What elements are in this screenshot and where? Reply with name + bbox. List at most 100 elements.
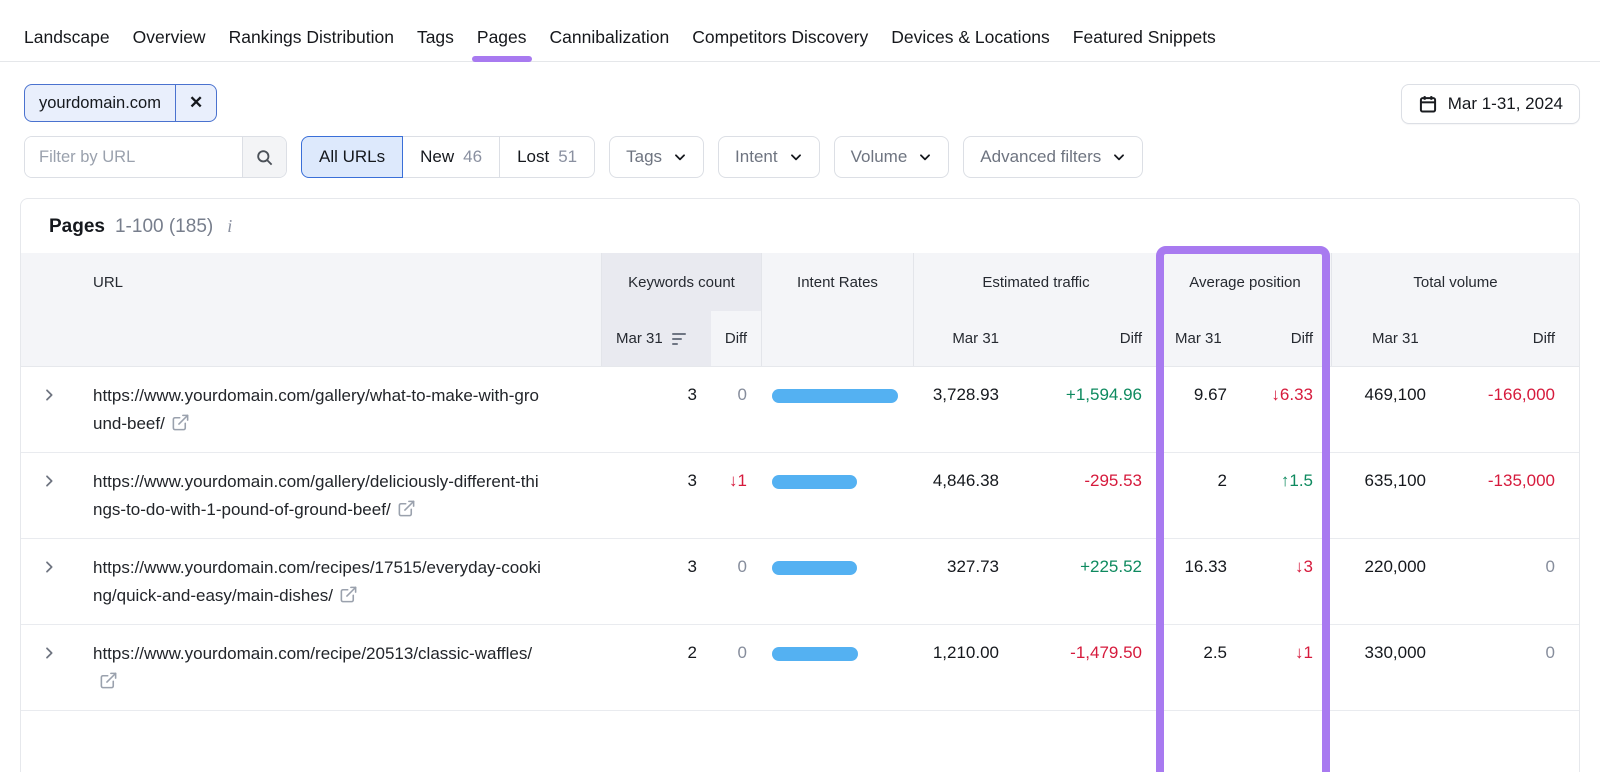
- traffic-diff-value: +1,594.96: [1065, 385, 1142, 404]
- segment-count: 51: [558, 147, 578, 166]
- dropdown-intent[interactable]: Intent: [718, 136, 820, 178]
- tab-rankings-distribution[interactable]: Rankings Distribution: [229, 14, 394, 62]
- col-total-volume[interactable]: Total volume: [1331, 253, 1579, 311]
- intent-rates-cell: [761, 453, 913, 538]
- table-row: https://www.yourdomain.com/gallery/what-…: [21, 367, 1579, 454]
- url-cell[interactable]: https://www.yourdomain.com/gallery/what-…: [77, 367, 601, 452]
- position-diff-value: ↓6.33: [1271, 385, 1313, 404]
- subcol-traffic-diff[interactable]: Diff: [1011, 311, 1158, 366]
- row-expander[interactable]: [21, 539, 77, 624]
- url-cell[interactable]: https://www.yourdomain.com/recipes/17515…: [77, 539, 601, 624]
- keywords-diff-value: 0: [737, 557, 747, 577]
- traffic-diff-cell: -1,479.50: [1011, 625, 1158, 710]
- keywords-diff-cell: 0: [711, 625, 761, 710]
- segment-label: New: [420, 147, 455, 166]
- col-url[interactable]: URL: [77, 253, 601, 311]
- segment-lost[interactable]: Lost 51: [499, 136, 596, 178]
- keywords-diff-value: 0: [737, 385, 747, 404]
- col-estimated-traffic[interactable]: Estimated traffic: [913, 253, 1158, 311]
- position-cell: 16.33: [1184, 557, 1227, 577]
- expand-row-icon[interactable]: [41, 559, 57, 575]
- traffic-cell: 3,728.93: [932, 385, 999, 404]
- domain-chip-label: yourdomain.com: [39, 93, 161, 112]
- tab-featured-snippets[interactable]: Featured Snippets: [1073, 14, 1216, 62]
- dropdown-volume[interactable]: Volume: [833, 136, 950, 178]
- toolbar-row-1: yourdomain.com ✕ Mar 1-31, 2024: [0, 84, 1600, 124]
- url-scope-segmented-control: All URLs New 46 Lost 51: [301, 136, 596, 178]
- tab-devices-locations[interactable]: Devices & Locations: [891, 14, 1050, 62]
- external-link-icon[interactable]: [171, 413, 190, 432]
- url-filter-input[interactable]: [25, 137, 242, 177]
- keywords-diff-value: ↓1: [729, 471, 747, 491]
- date-range-button[interactable]: Mar 1-31, 2024: [1400, 84, 1580, 124]
- tab-overview[interactable]: Overview: [133, 14, 206, 62]
- subcol-position-diff[interactable]: Diff: [1241, 311, 1331, 366]
- keywords-diff-value: 0: [737, 643, 747, 663]
- volume-diff-cell: 0: [1461, 625, 1579, 710]
- volume-diff-value: -135,000: [1487, 471, 1555, 491]
- row-expander[interactable]: [21, 453, 77, 538]
- filter-dropdowns: Tags Intent Volume Advanced filters: [609, 136, 1144, 178]
- chevron-down-icon: [675, 154, 686, 161]
- expand-row-icon[interactable]: [41, 645, 57, 661]
- volume-diff-cell: -135,000: [1461, 453, 1579, 538]
- subcol-traffic-date[interactable]: Mar 31: [913, 311, 1011, 366]
- intent-rates-cell: [761, 625, 913, 710]
- segment-new[interactable]: New 46: [402, 136, 501, 178]
- url-text[interactable]: https://www.yourdomain.com/gallery/delic…: [93, 472, 539, 519]
- chevron-down-icon: [790, 154, 801, 161]
- close-icon[interactable]: ✕: [174, 85, 216, 121]
- tab-pages[interactable]: Pages: [471, 14, 532, 62]
- intent-rates-cell: [761, 539, 913, 624]
- traffic-cell: 1,210.00: [932, 643, 999, 663]
- expand-row-icon[interactable]: [41, 387, 57, 403]
- expand-row-icon[interactable]: [41, 473, 57, 489]
- tab-tags[interactable]: Tags: [417, 14, 454, 62]
- calendar-icon: [1418, 94, 1438, 114]
- dropdown-label: Advanced filters: [980, 147, 1102, 166]
- subcol-position-date[interactable]: Mar 31: [1158, 311, 1241, 366]
- top-nav: Landscape Overview Rankings Distribution Ta…: [0, 0, 1600, 62]
- col-keywords-count[interactable]: Keywords count: [601, 253, 761, 311]
- url-cell[interactable]: https://www.yourdomain.com/recipe/20513/…: [77, 625, 601, 710]
- info-icon[interactable]: i: [227, 216, 232, 237]
- subcol-volume-date[interactable]: Mar 31: [1331, 311, 1461, 366]
- intent-rates-cell: [761, 367, 913, 452]
- tab-landscape[interactable]: Landscape: [24, 14, 110, 62]
- keywords-count-cell: 3: [687, 557, 697, 577]
- segment-all-urls[interactable]: All URLs: [301, 136, 404, 178]
- external-link-icon[interactable]: [99, 671, 118, 690]
- dropdown-label: Tags: [626, 147, 663, 166]
- volume-diff-cell: -166,000: [1461, 367, 1579, 452]
- position-diff-cell: ↑1.5: [1241, 453, 1331, 538]
- tab-competitors-discovery[interactable]: Competitors Discovery: [692, 14, 868, 62]
- external-link-icon[interactable]: [397, 499, 416, 518]
- toolbar-row-2: All URLs New 46 Lost 51 Tags Intent Volume Adva…: [0, 136, 1600, 178]
- row-expander[interactable]: [21, 625, 77, 710]
- url-cell[interactable]: https://www.yourdomain.com/gallery/delic…: [77, 453, 601, 538]
- dropdown-advanced-filters[interactable]: Advanced filters: [963, 136, 1144, 178]
- url-text[interactable]: https://www.yourdomain.com/recipe/20513/…: [93, 644, 532, 663]
- dropdown-tags[interactable]: Tags: [609, 136, 705, 178]
- date-range-label: Mar 1-31, 2024: [1447, 94, 1563, 113]
- panel-header: Pages 1-100 (185) i: [21, 199, 1579, 253]
- external-link-icon[interactable]: [339, 585, 358, 604]
- keywords-count-cell: 3: [687, 385, 697, 404]
- search-button[interactable]: [242, 137, 286, 177]
- url-text[interactable]: https://www.yourdomain.com/recipes/17515…: [93, 558, 541, 605]
- url-filter-field: [24, 136, 287, 178]
- row-expander[interactable]: [21, 367, 77, 452]
- keywords-count-cell: 3: [687, 471, 697, 491]
- col-average-position[interactable]: Average position: [1158, 253, 1331, 311]
- subcol-keywords-diff[interactable]: Diff: [711, 311, 761, 366]
- volume-diff-cell: 0: [1461, 539, 1579, 624]
- segment-label: Lost: [517, 147, 550, 166]
- tab-cannibalization[interactable]: Cannibalization: [550, 14, 670, 62]
- subcol-volume-diff[interactable]: Diff: [1461, 311, 1579, 366]
- traffic-diff-cell: -295.53: [1011, 453, 1158, 538]
- col-intent-rates[interactable]: Intent Rates: [761, 253, 913, 311]
- subcol-keywords-date[interactable]: Mar 31: [601, 311, 711, 366]
- sort-descending-icon[interactable]: [671, 332, 686, 345]
- url-text[interactable]: https://www.yourdomain.com/gallery/what-…: [93, 386, 539, 433]
- panel-range: 1-100 (185): [114, 216, 214, 237]
